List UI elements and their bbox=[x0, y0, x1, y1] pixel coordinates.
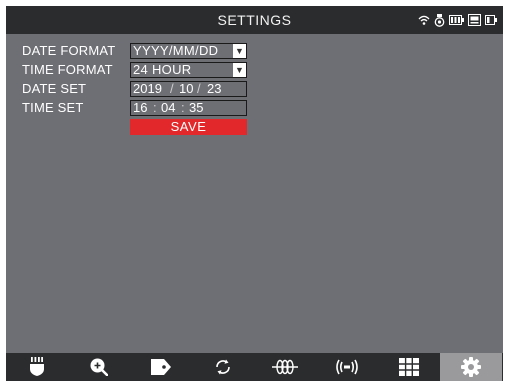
coil-button[interactable] bbox=[254, 353, 316, 381]
settings-tab[interactable] bbox=[440, 353, 502, 381]
bottom-toolbar bbox=[6, 353, 503, 381]
coil-icon bbox=[272, 359, 298, 375]
wifi-icon bbox=[418, 15, 430, 26]
signal-icon bbox=[335, 358, 359, 376]
time-format-value: 24 HOUR bbox=[133, 62, 192, 77]
chevron-down-icon[interactable]: ▼ bbox=[233, 63, 246, 77]
day-input[interactable]: 23 bbox=[207, 82, 221, 96]
flashlight-icon bbox=[29, 357, 45, 377]
storage-icon bbox=[468, 14, 481, 26]
date-format-value: YYYY/MM/DD bbox=[133, 43, 219, 58]
grid-button[interactable] bbox=[378, 353, 440, 381]
flashlight-button[interactable] bbox=[6, 353, 68, 381]
grid-icon bbox=[399, 358, 419, 376]
date-format-select[interactable]: YYYY/MM/DD ▼ bbox=[130, 43, 247, 59]
time-separator: : bbox=[153, 100, 157, 115]
date-set-field: 2019 / 10 / 23 bbox=[130, 81, 247, 97]
time-set-row: TIME SET 16 : 04 : 35 bbox=[22, 100, 282, 116]
gear-icon bbox=[461, 357, 481, 377]
battery-small-icon bbox=[485, 15, 497, 25]
save-row: SAVE bbox=[22, 119, 282, 135]
save-button[interactable]: SAVE bbox=[130, 119, 247, 135]
camera-icon bbox=[434, 13, 445, 27]
time-separator: : bbox=[181, 100, 185, 115]
device-screen: SETTINGS DATE FORMAT YYYY/MM/DD ▼ TIME F… bbox=[6, 6, 503, 381]
hour-input[interactable]: 16 bbox=[133, 101, 147, 115]
tag-button[interactable] bbox=[130, 353, 192, 381]
rotate-button[interactable] bbox=[192, 353, 254, 381]
time-format-label: TIME FORMAT bbox=[22, 62, 113, 77]
month-input[interactable]: 10 bbox=[179, 82, 193, 96]
time-format-row: TIME FORMAT 24 HOUR ▼ bbox=[22, 62, 282, 78]
year-input[interactable]: 2019 bbox=[133, 82, 162, 96]
date-format-label: DATE FORMAT bbox=[22, 43, 116, 58]
zoom-in-icon bbox=[90, 358, 108, 376]
date-set-row: DATE SET 2019 / 10 / 23 bbox=[22, 81, 282, 97]
time-format-select[interactable]: 24 HOUR ▼ bbox=[130, 62, 247, 78]
tag-icon bbox=[151, 359, 171, 375]
second-input[interactable]: 35 bbox=[189, 101, 203, 115]
time-set-label: TIME SET bbox=[22, 100, 84, 115]
chevron-down-icon[interactable]: ▼ bbox=[233, 44, 246, 58]
status-icons bbox=[418, 6, 497, 34]
date-separator: / bbox=[170, 81, 174, 96]
signal-button[interactable] bbox=[316, 353, 378, 381]
battery-icon bbox=[449, 15, 464, 25]
time-set-field: 16 : 04 : 35 bbox=[130, 100, 247, 116]
zoom-in-button[interactable] bbox=[68, 353, 130, 381]
minute-input[interactable]: 04 bbox=[161, 101, 175, 115]
rotate-icon bbox=[214, 358, 232, 376]
date-separator: / bbox=[197, 81, 201, 96]
title-bar: SETTINGS bbox=[6, 6, 503, 34]
date-format-row: DATE FORMAT YYYY/MM/DD ▼ bbox=[22, 43, 282, 59]
date-set-label: DATE SET bbox=[22, 81, 87, 96]
